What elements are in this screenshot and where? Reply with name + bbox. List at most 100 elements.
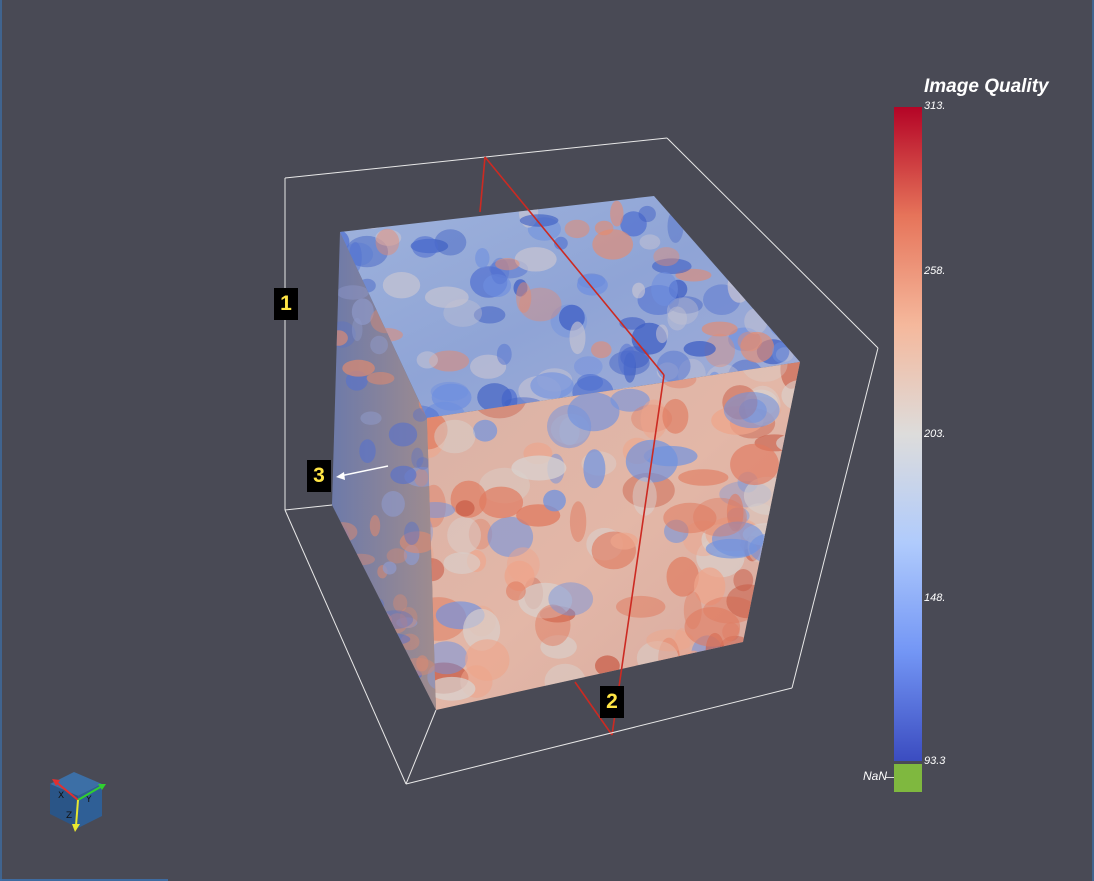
grain-blob: [547, 404, 592, 449]
grain-blob: [382, 561, 397, 575]
grain-blob: [758, 602, 775, 634]
grain-blob: [671, 688, 728, 710]
grain-blob: [434, 229, 467, 256]
grain-blob: [390, 196, 418, 213]
grain-blob: [595, 655, 620, 677]
svg-text:Z: Z: [66, 811, 72, 821]
orientation-cube-icon[interactable]: X Z Y: [44, 766, 114, 836]
grain-blob: [382, 211, 408, 224]
grain-blob: [684, 607, 741, 647]
grain-blob: [408, 196, 439, 211]
grain-blob: [411, 447, 424, 469]
grain-blob: [610, 532, 638, 550]
nan-dash: [886, 777, 894, 778]
colorbar-tick: 258.: [924, 265, 946, 277]
grain-blob: [559, 689, 591, 710]
callout-2: 2: [600, 686, 624, 718]
grain-blob: [710, 233, 734, 261]
grain-blob: [618, 343, 636, 376]
grain-blob: [752, 650, 799, 676]
grain-blob: [762, 639, 800, 681]
grain-blob: [749, 533, 794, 564]
grain-blob: [799, 305, 800, 329]
grain-blob: [332, 594, 359, 606]
grain-blob: [519, 214, 559, 227]
grain-blob: [678, 469, 729, 486]
grain-blob: [545, 196, 562, 198]
grain-blob: [359, 439, 376, 463]
grain-blob: [544, 663, 586, 700]
grain-blob: [752, 604, 777, 631]
grain-blob: [616, 595, 666, 618]
colorbar-tick: 203.: [924, 428, 946, 440]
grain-blob: [776, 434, 800, 453]
grain-blob: [495, 258, 520, 271]
callout-3: 3: [307, 460, 331, 492]
colorbar-gradient[interactable]: [894, 107, 922, 761]
grain-blob: [747, 196, 782, 213]
grain-blob: [401, 196, 423, 222]
grain-blob: [412, 236, 439, 258]
grain-blob: [411, 196, 439, 210]
svg-text:X: X: [58, 791, 64, 801]
colorbar-nan-label: NaN: [863, 769, 888, 783]
grain-blob: [530, 372, 574, 399]
grain-blob: [778, 200, 797, 214]
grain-blob: [332, 602, 364, 616]
grain-blob: [780, 245, 800, 279]
grain-blob: [390, 465, 417, 485]
grain-blob: [769, 310, 792, 337]
grain-blob: [369, 677, 398, 704]
grain-blob: [375, 633, 411, 645]
grain-blob: [564, 219, 590, 239]
grain-blob: [772, 196, 800, 209]
grain-blob: [455, 500, 475, 517]
grain-blob: [794, 198, 800, 218]
grain-blob: [332, 330, 348, 346]
colorbar-tick-max: 313.: [924, 100, 946, 112]
grain-blob: [377, 610, 414, 629]
grain-blob: [443, 552, 481, 574]
grain-blob: [340, 572, 359, 586]
grain-blob: [569, 501, 587, 543]
grain-blob: [447, 517, 481, 554]
grain-blob: [639, 234, 661, 250]
grain-blob: [728, 661, 762, 685]
grain-blob: [351, 317, 363, 342]
grain-blob: [662, 398, 689, 434]
colorbar-nan-swatch: [894, 764, 922, 792]
grain-blob: [789, 589, 800, 633]
grain-blob: [576, 274, 608, 296]
grain-blob: [768, 628, 792, 654]
grain-blob: [373, 598, 385, 612]
grain-blob: [756, 598, 799, 639]
grain-blob: [336, 285, 369, 300]
grain-blob: [610, 200, 624, 227]
grain-blob: [366, 372, 395, 385]
grain-blob: [381, 491, 405, 517]
grain-blob: [632, 282, 646, 299]
grain-blob: [332, 571, 349, 593]
grain-blob: [656, 350, 691, 382]
grain-blob: [386, 548, 408, 564]
grain-blob: [754, 196, 779, 213]
grain-blob: [735, 663, 776, 705]
grain-blob: [514, 247, 557, 272]
render-viewport[interactable]: 1 2 3 Image Quality 313. 258. 203. 148. …: [0, 0, 1094, 881]
grain-blob: [516, 282, 532, 313]
grain-blob: [790, 637, 800, 681]
grain-blob: [548, 582, 594, 616]
grain-blob: [744, 670, 774, 705]
volume-scene[interactable]: [0, 0, 1094, 881]
grain-blob: [794, 417, 800, 439]
grain-blob: [400, 657, 436, 676]
grain-blob: [591, 341, 612, 359]
grain-blob: [773, 304, 800, 334]
grain-blob: [496, 343, 512, 365]
grain-blob: [332, 677, 350, 694]
grain-blob: [332, 524, 347, 552]
grain-blob: [740, 331, 775, 363]
grain-blob: [769, 603, 800, 637]
grain-blob: [370, 335, 388, 355]
grain-blob: [714, 691, 766, 709]
